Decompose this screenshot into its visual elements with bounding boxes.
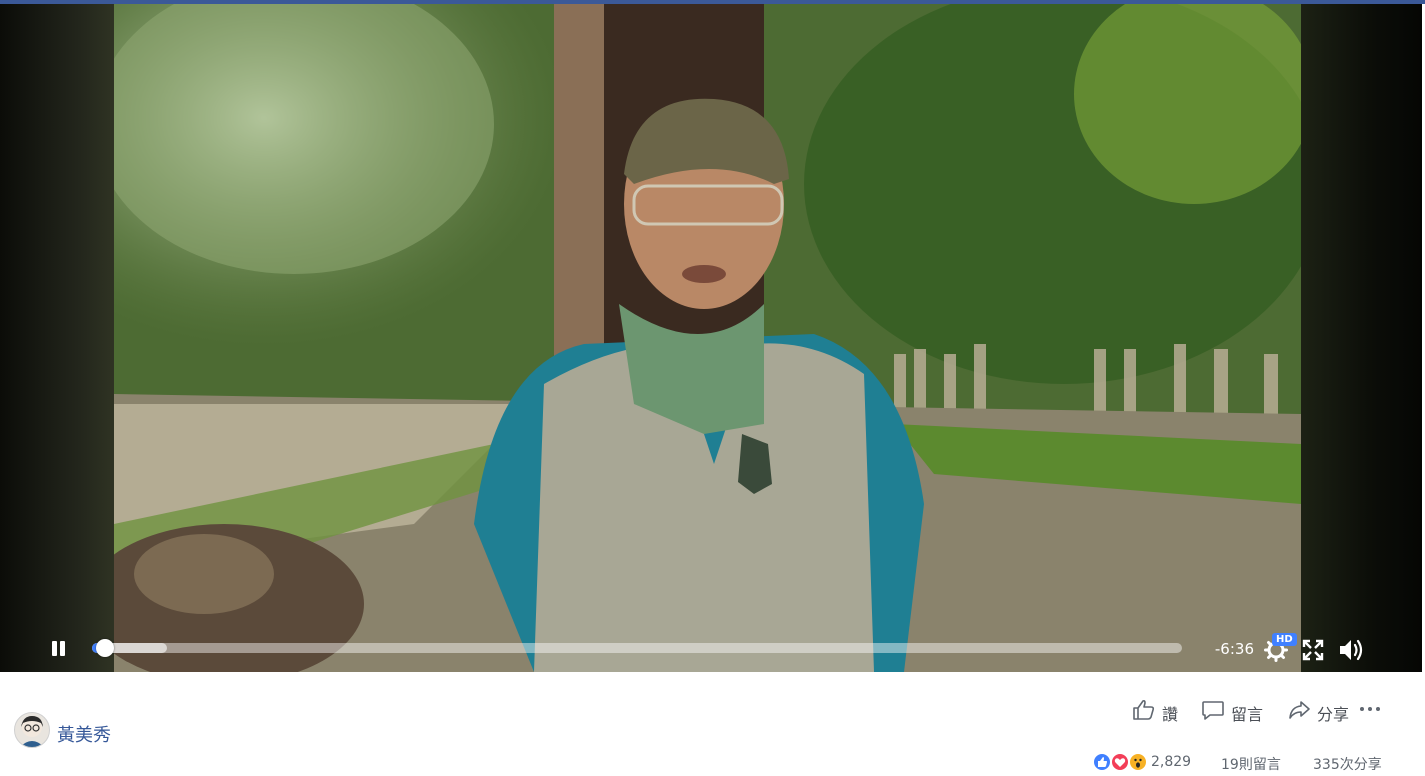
reaction-count[interactable]: 2,829: [1151, 754, 1191, 770]
comment-bubble-icon: [1202, 701, 1224, 720]
reaction-icons[interactable]: [1092, 752, 1150, 772]
author-avatar[interactable]: [14, 712, 50, 748]
post-footer: 黃美秀 讚 留言 分享 2,829 19則留言 335次分享: [0, 672, 1425, 776]
like-reaction-icon: [1092, 752, 1112, 772]
author-name-link[interactable]: 黃美秀: [57, 721, 111, 747]
comment-count[interactable]: 19則留言: [1221, 754, 1281, 774]
video-frame[interactable]: [114, 4, 1301, 672]
pause-button[interactable]: [46, 636, 70, 660]
share-label: 分享: [1317, 705, 1350, 724]
share-arrow-icon: [1289, 701, 1310, 719]
player-controls: -6:36 HD: [0, 628, 1422, 672]
progress-scrubber-handle[interactable]: [96, 639, 115, 657]
volume-icon[interactable]: [1337, 637, 1365, 663]
share-count[interactable]: 335次分享: [1313, 754, 1382, 774]
like-label: 讚: [1162, 705, 1179, 724]
video-letterbox-left: [0, 4, 114, 672]
video-still-image: [114, 4, 1301, 672]
love-reaction-icon: [1110, 752, 1130, 772]
progress-bar[interactable]: [92, 639, 1182, 657]
thumbs-up-icon: [1133, 699, 1155, 720]
comment-label: 留言: [1231, 705, 1264, 724]
time-remaining: -6:36: [1214, 640, 1254, 658]
wow-reaction-icon: [1128, 752, 1148, 772]
fullscreen-icon[interactable]: [1302, 639, 1324, 661]
video-letterbox-right: [1301, 4, 1422, 672]
author-avatar-image: [20, 716, 44, 747]
more-options-icon[interactable]: [1360, 702, 1382, 716]
hd-quality-badge[interactable]: HD: [1272, 633, 1297, 646]
video-player[interactable]: -6:36 HD: [0, 4, 1422, 672]
